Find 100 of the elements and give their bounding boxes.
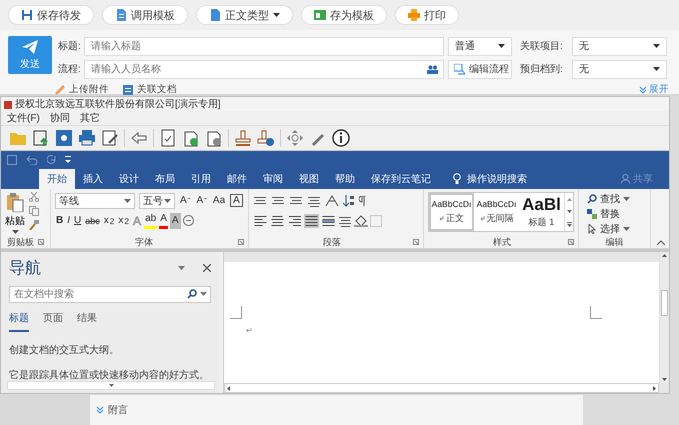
dialog-launcher-icon[interactable]	[238, 239, 244, 245]
dialog-launcher-icon[interactable]	[38, 239, 44, 245]
document-page[interactable]: ↵	[224, 262, 659, 383]
toolbar-button[interactable]: 调用模板	[102, 5, 188, 25]
ribbon-tab[interactable]: 设计	[111, 169, 147, 189]
ribbon-tab[interactable]: 布局	[147, 169, 183, 189]
arrow-left-icon[interactable]	[130, 129, 148, 147]
stamp-check-icon[interactable]	[257, 129, 275, 147]
scrollbar[interactable]	[7, 381, 215, 390]
gallery-more-icon[interactable]	[566, 222, 572, 226]
ribbon-tab[interactable]: 视图	[291, 169, 327, 189]
editing-button[interactable]: 替换	[587, 207, 646, 220]
font-format-button[interactable]: A	[170, 212, 181, 228]
ribbon-tab[interactable]: 审阅	[255, 169, 291, 189]
shading-icon[interactable]	[354, 214, 368, 226]
menu-item[interactable]: 文件(F)	[7, 111, 40, 125]
dialog-launcher-icon[interactable]	[413, 239, 419, 245]
copy-icon[interactable]	[29, 206, 39, 216]
style-item[interactable]: AaBl 标题 1	[519, 193, 564, 231]
editing-button[interactable]: 查找	[587, 192, 646, 205]
clipboard-icon	[6, 192, 24, 212]
toolbar-button[interactable]: 正文类型	[196, 5, 293, 25]
chinese-layout-icon[interactable]	[325, 194, 339, 206]
font-size-button[interactable]: A	[230, 194, 243, 207]
pane-tab[interactable]: 结果	[77, 311, 97, 332]
show-marks-icon[interactable]	[359, 196, 367, 206]
attachment-link[interactable]: 上传附件	[55, 83, 109, 96]
ribbon-tab[interactable]: 邮件	[219, 169, 255, 189]
font-size-select[interactable]: 五号	[139, 192, 175, 208]
menu-item[interactable]: 其它	[80, 111, 100, 125]
scroll-up-icon[interactable]	[566, 198, 572, 200]
font-format-button[interactable]: I	[66, 212, 72, 228]
document-add-icon[interactable]	[182, 129, 200, 147]
document-remove-icon[interactable]	[205, 129, 223, 147]
printer-icon[interactable]	[78, 129, 96, 147]
search-field[interactable]: 在文档中搜索	[9, 286, 211, 303]
title-input[interactable]: 请输入标题	[84, 36, 444, 56]
font-format-button[interactable]: abc	[84, 212, 101, 228]
collapse-ribbon-icon[interactable]	[657, 240, 665, 245]
toolbar-button[interactable]: 打印	[395, 5, 459, 25]
archive-select[interactable]: 无	[572, 60, 667, 78]
ribbon-tab[interactable]: 帮助	[327, 169, 363, 189]
toolbar-button[interactable]: 保存待发	[8, 5, 94, 25]
align-left-button[interactable]	[253, 214, 268, 228]
ribbon-tab[interactable]: 开始	[39, 169, 75, 189]
font-size-button[interactable]: Aa	[212, 192, 226, 208]
ribbon-tab[interactable]: 引用	[183, 169, 219, 189]
dropdown-icon[interactable]	[178, 266, 185, 270]
dialog-launcher-icon[interactable]	[568, 239, 574, 245]
pane-tab[interactable]: 标题	[9, 311, 29, 332]
redo-icon[interactable]	[47, 155, 57, 165]
stamp-icon[interactable]	[234, 129, 252, 147]
flow-input[interactable]: 请输入人员名称	[84, 60, 444, 78]
scrollbar[interactable]	[659, 252, 669, 383]
align-right-button[interactable]	[287, 214, 302, 228]
scrollbar[interactable]	[224, 383, 659, 393]
scroll-down-icon[interactable]	[566, 210, 572, 212]
font-format-button[interactable]: U	[73, 212, 82, 228]
style-item[interactable]: AaBbCcDı 无间隔	[474, 193, 519, 231]
move-icon[interactable]	[286, 129, 304, 147]
numbering-icon[interactable]	[271, 194, 285, 206]
font-name-select[interactable]: 等线	[55, 192, 135, 208]
format-painter-icon[interactable]	[29, 220, 39, 230]
multilevel-list-icon[interactable]	[289, 194, 303, 206]
align-distributed-button[interactable]	[321, 214, 336, 228]
cut-icon[interactable]	[29, 192, 39, 202]
font-format-button[interactable]: B	[55, 212, 64, 228]
field-label: 预归档到:	[520, 62, 564, 76]
toolbar-button[interactable]: 存为模板	[301, 5, 387, 25]
search-icon[interactable]	[187, 289, 197, 299]
line-spacing-icon[interactable]	[338, 214, 352, 226]
customize-icon[interactable]	[65, 156, 71, 164]
pane-tab[interactable]: 页面	[43, 311, 63, 332]
bullets-icon[interactable]	[253, 194, 267, 206]
borders-icon[interactable]	[370, 214, 382, 226]
align-center-button[interactable]	[270, 214, 285, 228]
project-select[interactable]: 无	[572, 36, 667, 56]
scroll-thumb[interactable]	[661, 290, 668, 316]
style-item[interactable]: AaBbCcDı 正文	[429, 193, 474, 231]
align-justify-button[interactable]	[304, 214, 319, 228]
font-format-button[interactable]: ab	[144, 212, 158, 228]
edit-flow-button[interactable]: 编辑流程	[448, 60, 512, 78]
menu-item[interactable]: 协同	[50, 111, 70, 125]
document-check-icon[interactable]	[159, 129, 177, 147]
paste-button[interactable]: 粘贴	[5, 192, 25, 236]
ribbon-tab[interactable]: 保存到云笔记	[363, 169, 439, 189]
ribbon-tab[interactable]: 插入	[75, 169, 111, 189]
enclose-icon[interactable]	[182, 215, 194, 226]
indent-icon[interactable]	[307, 194, 321, 206]
edit-document-icon[interactable]	[101, 129, 119, 147]
section-toggle[interactable]: 附言	[108, 403, 128, 417]
editing-button[interactable]: 选择	[587, 222, 646, 235]
corner-mark-icon	[230, 306, 242, 319]
info-icon[interactable]	[332, 129, 350, 147]
priority-select[interactable]: 普通	[448, 36, 512, 56]
close-icon[interactable]	[203, 264, 211, 272]
attachment-link[interactable]: 关联文档	[123, 83, 177, 96]
undo-icon[interactable]	[25, 155, 39, 165]
tell-me-search[interactable]: 操作说明搜索	[467, 172, 527, 186]
sort-icon[interactable]	[343, 194, 355, 206]
